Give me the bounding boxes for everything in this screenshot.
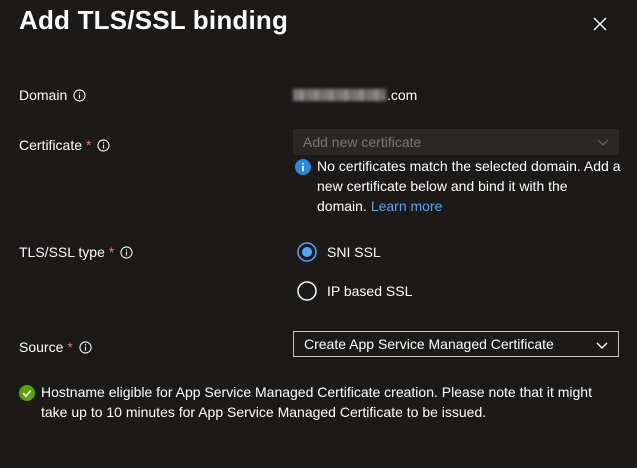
source-dropdown[interactable]: Create App Service Managed Certificate — [293, 331, 619, 357]
tls-type-label: TLS/SSL type — [19, 244, 105, 260]
radio-selected-icon[interactable] — [297, 242, 317, 262]
learn-more-link[interactable]: Learn more — [371, 198, 443, 214]
radio-sni-ssl-label: SNI SSL — [327, 244, 381, 260]
info-icon[interactable] — [120, 245, 133, 259]
source-selected-value: Create App Service Managed Certificate — [304, 336, 554, 352]
domain-suffix: .com — [387, 87, 418, 103]
required-marker: * — [67, 339, 73, 355]
info-icon[interactable] — [73, 88, 86, 102]
certificate-notice: No certificates match the selected domai… — [295, 156, 625, 216]
chevron-down-icon[interactable] — [596, 339, 608, 351]
radio-sni-ssl[interactable]: SNI SSL — [297, 242, 381, 262]
radio-ip-based-ssl[interactable]: IP based SSL — [297, 281, 412, 301]
checkmark-circle-icon — [19, 385, 35, 401]
certificate-label-row: Certificate * — [19, 137, 111, 153]
status-message: Hostname eligible for App Service Manage… — [19, 382, 619, 422]
certificate-dropdown: Add new certificate — [293, 129, 619, 155]
notice-text: No certificates match the selected domai… — [317, 158, 621, 214]
domain-label-row: Domain — [19, 87, 86, 103]
certificate-label: Certificate — [19, 137, 83, 153]
radio-unselected-icon[interactable] — [297, 281, 317, 301]
status-text: Hostname eligible for App Service Manage… — [41, 384, 592, 420]
close-icon[interactable] — [588, 12, 612, 36]
required-marker: * — [108, 244, 115, 260]
source-label-row: Source * — [19, 339, 92, 355]
radio-ip-based-ssl-label: IP based SSL — [327, 283, 413, 299]
redacted-domain — [293, 89, 386, 101]
info-icon[interactable] — [97, 138, 111, 152]
panel-title: Add TLS/SSL binding — [19, 5, 289, 35]
domain-value: .com — [293, 87, 417, 103]
chevron-down-icon — [597, 139, 609, 146]
source-label: Source — [19, 339, 64, 355]
info-icon[interactable] — [79, 340, 92, 354]
certificate-placeholder: Add new certificate — [303, 134, 422, 150]
info-filled-icon — [295, 159, 311, 175]
tls-type-label-row: TLS/SSL type * — [19, 244, 133, 260]
domain-label: Domain — [19, 87, 68, 103]
tls-binding-panel: Add TLS/SSL binding Domain .com Certific… — [0, 0, 637, 468]
required-marker: * — [86, 137, 92, 153]
